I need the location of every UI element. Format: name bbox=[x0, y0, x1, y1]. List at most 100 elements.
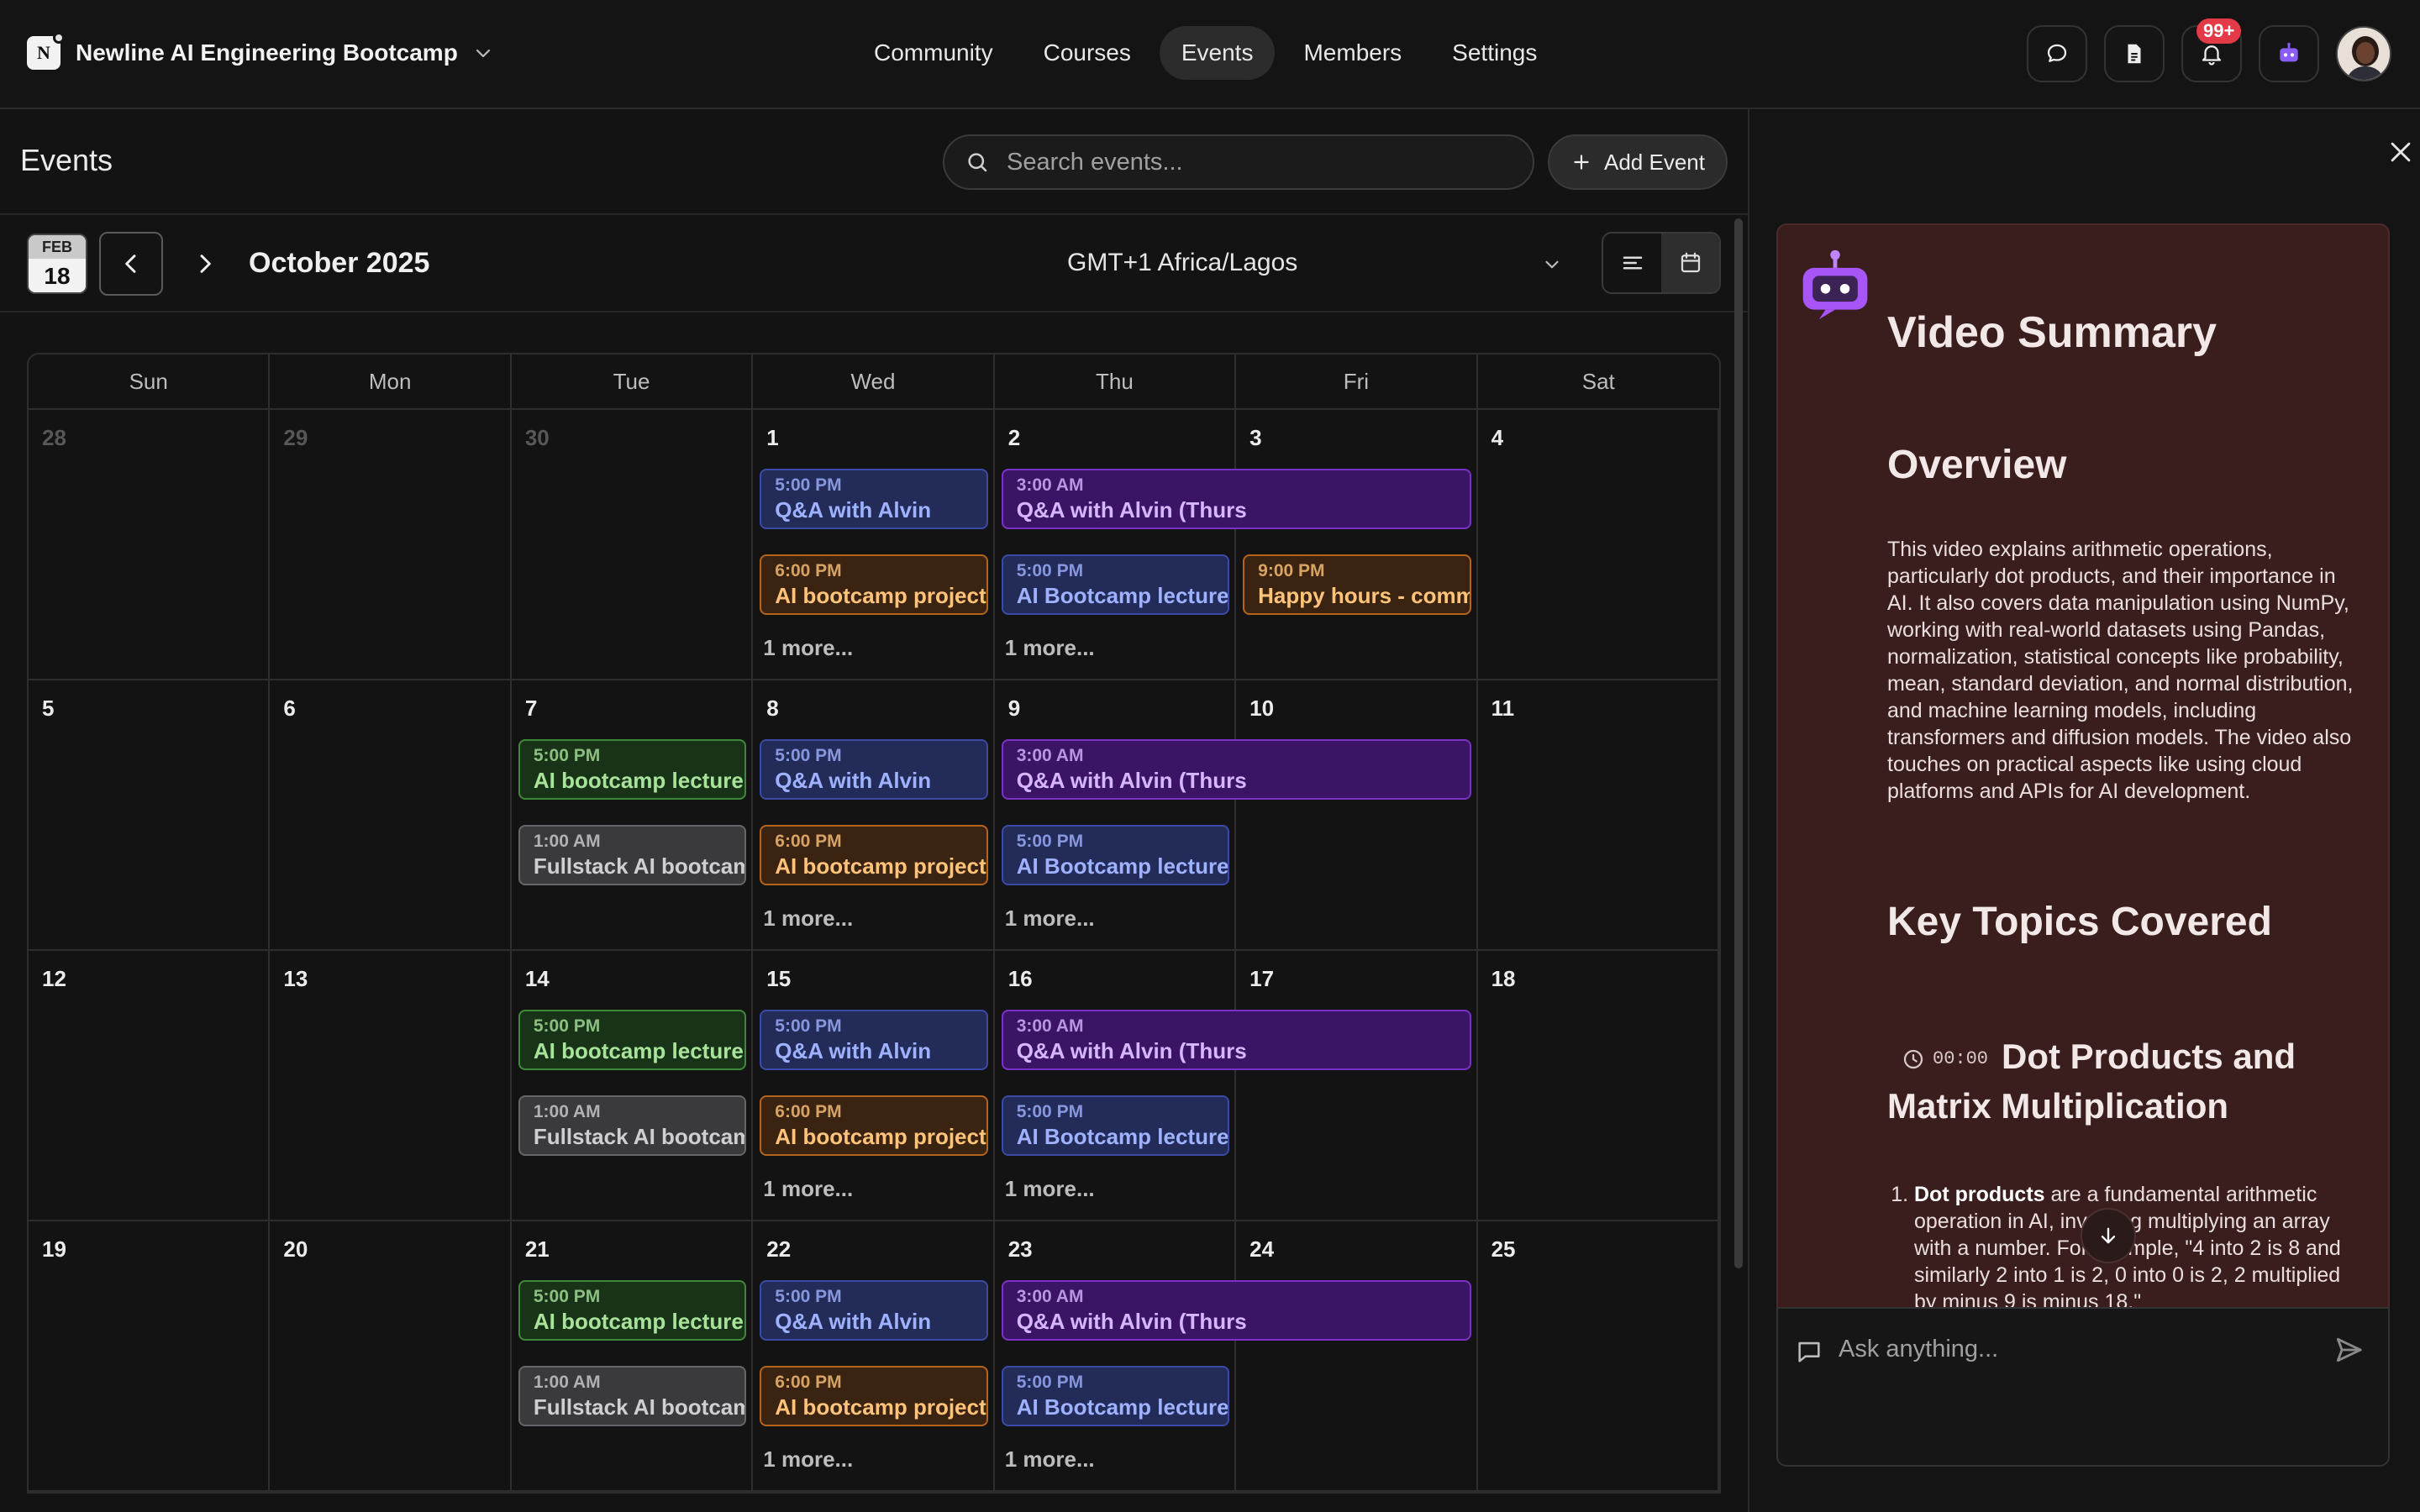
event-card[interactable]: 3:00 AM Q&A with Alvin (Thurs bbox=[1001, 1010, 1471, 1070]
day-cell[interactable]: 14 bbox=[512, 951, 754, 1220]
event-card[interactable]: 5:00 PM AI bootcamp lecture bbox=[518, 1010, 747, 1070]
day-cell[interactable]: 7 bbox=[512, 680, 754, 949]
event-time: 1:00 AM bbox=[533, 832, 601, 851]
search-events-input[interactable]: Search events... bbox=[943, 134, 1534, 190]
chevron-down-icon bbox=[473, 43, 493, 63]
event-card[interactable]: 5:00 PM AI Bootcamp lecture bbox=[1001, 825, 1230, 885]
ai-assistant-button[interactable] bbox=[2259, 25, 2319, 82]
event-card[interactable]: 6:00 PM AI bootcamp project bbox=[760, 825, 988, 885]
event-card[interactable]: 5:00 PM Q&A with Alvin bbox=[760, 469, 988, 529]
event-card[interactable]: 5:00 PM Q&A with Alvin bbox=[760, 1280, 988, 1341]
event-card[interactable]: 5:00 PM AI bootcamp lecture bbox=[518, 739, 747, 800]
plus-icon bbox=[1574, 155, 1589, 170]
day-number: 20 bbox=[283, 1236, 308, 1262]
timezone-chevron-icon[interactable] bbox=[1541, 254, 1563, 276]
more-events-link[interactable]: 1 more... bbox=[763, 1176, 853, 1202]
day-cell[interactable]: 5 bbox=[29, 680, 271, 949]
chevron-right-icon bbox=[200, 255, 211, 273]
nav-tab-events[interactable]: Events bbox=[1159, 26, 1276, 80]
calendar-week: 5 6 7 8 9 10 11 5:00 PM AI bootcamp lecture 5:00 … bbox=[29, 680, 1719, 951]
calendar-scrollbar[interactable] bbox=[1734, 218, 1743, 1268]
today-button[interactable]: FEB 18 bbox=[27, 234, 87, 294]
day-of-week-fri: Fri bbox=[1236, 354, 1478, 408]
day-cell[interactable]: 10 bbox=[1236, 680, 1478, 949]
list-view-button[interactable] bbox=[1603, 234, 1661, 292]
day-cell[interactable]: 29 bbox=[270, 410, 512, 679]
close-panel-button[interactable] bbox=[2386, 138, 2415, 166]
day-cell[interactable]: 3 bbox=[1236, 410, 1478, 679]
day-cell[interactable]: 6 bbox=[270, 680, 512, 949]
next-month-button[interactable] bbox=[173, 232, 237, 296]
more-events-link[interactable]: 1 more... bbox=[763, 906, 853, 932]
event-time: 6:00 PM bbox=[775, 1102, 842, 1121]
event-card[interactable]: 5:00 PM AI Bootcamp lecture bbox=[1001, 1366, 1230, 1426]
timestamp-link[interactable]: 00:00 bbox=[1887, 1036, 2002, 1083]
timezone-select[interactable]: GMT+1 Africa/Lagos bbox=[1067, 249, 1297, 277]
more-events-link[interactable]: 1 more... bbox=[1005, 1176, 1095, 1202]
event-title: AI bootcamp project bbox=[775, 1394, 986, 1420]
event-card[interactable]: 6:00 PM AI bootcamp project bbox=[760, 554, 988, 615]
event-card[interactable]: 3:00 AM Q&A with Alvin (Thurs bbox=[1001, 1280, 1471, 1341]
event-card[interactable]: 6:00 PM AI bootcamp project bbox=[760, 1366, 988, 1426]
header-actions: 99+ bbox=[2027, 18, 2391, 82]
event-card[interactable]: 5:00 PM AI Bootcamp lecture bbox=[1001, 554, 1230, 615]
nav-tab-settings[interactable]: Settings bbox=[1430, 26, 1559, 80]
event-time: 5:00 PM bbox=[1016, 561, 1084, 580]
scroll-to-bottom-button[interactable] bbox=[2081, 1208, 2136, 1263]
more-events-link[interactable]: 1 more... bbox=[1005, 906, 1095, 932]
day-cell[interactable]: 13 bbox=[270, 951, 512, 1220]
day-cell[interactable]: 25 bbox=[1478, 1221, 1719, 1490]
event-card[interactable]: 9:00 PM Happy hours - comm bbox=[1243, 554, 1471, 615]
day-cell[interactable]: 21 bbox=[512, 1221, 754, 1490]
main-nav: Community Courses Events Members Settings bbox=[852, 26, 1559, 80]
event-card[interactable]: 3:00 AM Q&A with Alvin (Thurs bbox=[1001, 469, 1471, 529]
send-button[interactable] bbox=[2333, 1334, 2365, 1366]
day-number: 8 bbox=[766, 696, 779, 721]
day-cell[interactable]: 30 bbox=[512, 410, 754, 679]
notifications-button[interactable]: 99+ bbox=[2181, 18, 2242, 82]
ask-input[interactable]: Ask anything... bbox=[1776, 1307, 2390, 1467]
event-title: AI Bootcamp lecture bbox=[1016, 583, 1229, 608]
event-card[interactable]: 1:00 AM Fullstack AI bootcam bbox=[518, 825, 747, 885]
day-cell[interactable]: 24 bbox=[1236, 1221, 1478, 1490]
event-title: AI Bootcamp lecture bbox=[1016, 853, 1229, 879]
day-cell[interactable]: 18 bbox=[1478, 951, 1719, 1220]
event-time: 6:00 PM bbox=[775, 832, 842, 851]
day-number: 11 bbox=[1491, 696, 1515, 721]
nav-tab-members[interactable]: Members bbox=[1281, 26, 1423, 80]
event-card[interactable]: 5:00 PM AI Bootcamp lecture bbox=[1001, 1095, 1230, 1156]
event-card[interactable]: 5:00 PM AI bootcamp lecture bbox=[518, 1280, 747, 1341]
more-events-link[interactable]: 1 more... bbox=[1005, 635, 1095, 661]
day-cell[interactable]: 11 bbox=[1478, 680, 1719, 949]
nav-tab-courses[interactable]: Courses bbox=[1022, 26, 1153, 80]
top-navigation-bar: N Newline AI Engineering Bootcamp Commun… bbox=[0, 0, 2420, 109]
event-title: Q&A with Alvin (Thurs bbox=[1016, 497, 1247, 522]
event-card[interactable]: 1:00 AM Fullstack AI bootcam bbox=[518, 1366, 747, 1426]
previous-month-button[interactable] bbox=[99, 232, 163, 296]
chat-button[interactable] bbox=[2027, 25, 2087, 82]
day-of-week-tue: Tue bbox=[512, 354, 754, 408]
calendar-view-button[interactable] bbox=[1661, 234, 1719, 292]
add-event-button[interactable]: Add Event bbox=[1548, 134, 1728, 190]
day-cell[interactable]: 20 bbox=[270, 1221, 512, 1490]
more-events-link[interactable]: 1 more... bbox=[1005, 1446, 1095, 1473]
day-number: 24 bbox=[1249, 1236, 1275, 1262]
day-cell[interactable]: 28 bbox=[29, 410, 271, 679]
workspace-switcher[interactable]: N Newline AI Engineering Bootcamp bbox=[27, 32, 493, 70]
event-title: AI Bootcamp lecture bbox=[1016, 1124, 1229, 1149]
more-events-link[interactable]: 1 more... bbox=[763, 635, 853, 661]
event-card[interactable]: 3:00 AM Q&A with Alvin (Thurs bbox=[1001, 739, 1471, 800]
event-card[interactable]: 5:00 PM Q&A with Alvin bbox=[760, 739, 988, 800]
event-card[interactable]: 1:00 AM Fullstack AI bootcam bbox=[518, 1095, 747, 1156]
more-events-link[interactable]: 1 more... bbox=[763, 1446, 853, 1473]
event-card[interactable]: 6:00 PM AI bootcamp project bbox=[760, 1095, 988, 1156]
nav-tab-community[interactable]: Community bbox=[852, 26, 1015, 80]
documents-button[interactable] bbox=[2104, 25, 2165, 82]
day-cell[interactable]: 4 bbox=[1478, 410, 1719, 679]
user-avatar[interactable] bbox=[2336, 26, 2391, 81]
event-card[interactable]: 5:00 PM Q&A with Alvin bbox=[760, 1010, 988, 1070]
day-cell[interactable]: 12 bbox=[29, 951, 271, 1220]
day-cell[interactable]: 17 bbox=[1236, 951, 1478, 1220]
day-cell[interactable]: 19 bbox=[29, 1221, 271, 1490]
key-topics-heading: Key Topics Covered bbox=[1887, 900, 2272, 944]
